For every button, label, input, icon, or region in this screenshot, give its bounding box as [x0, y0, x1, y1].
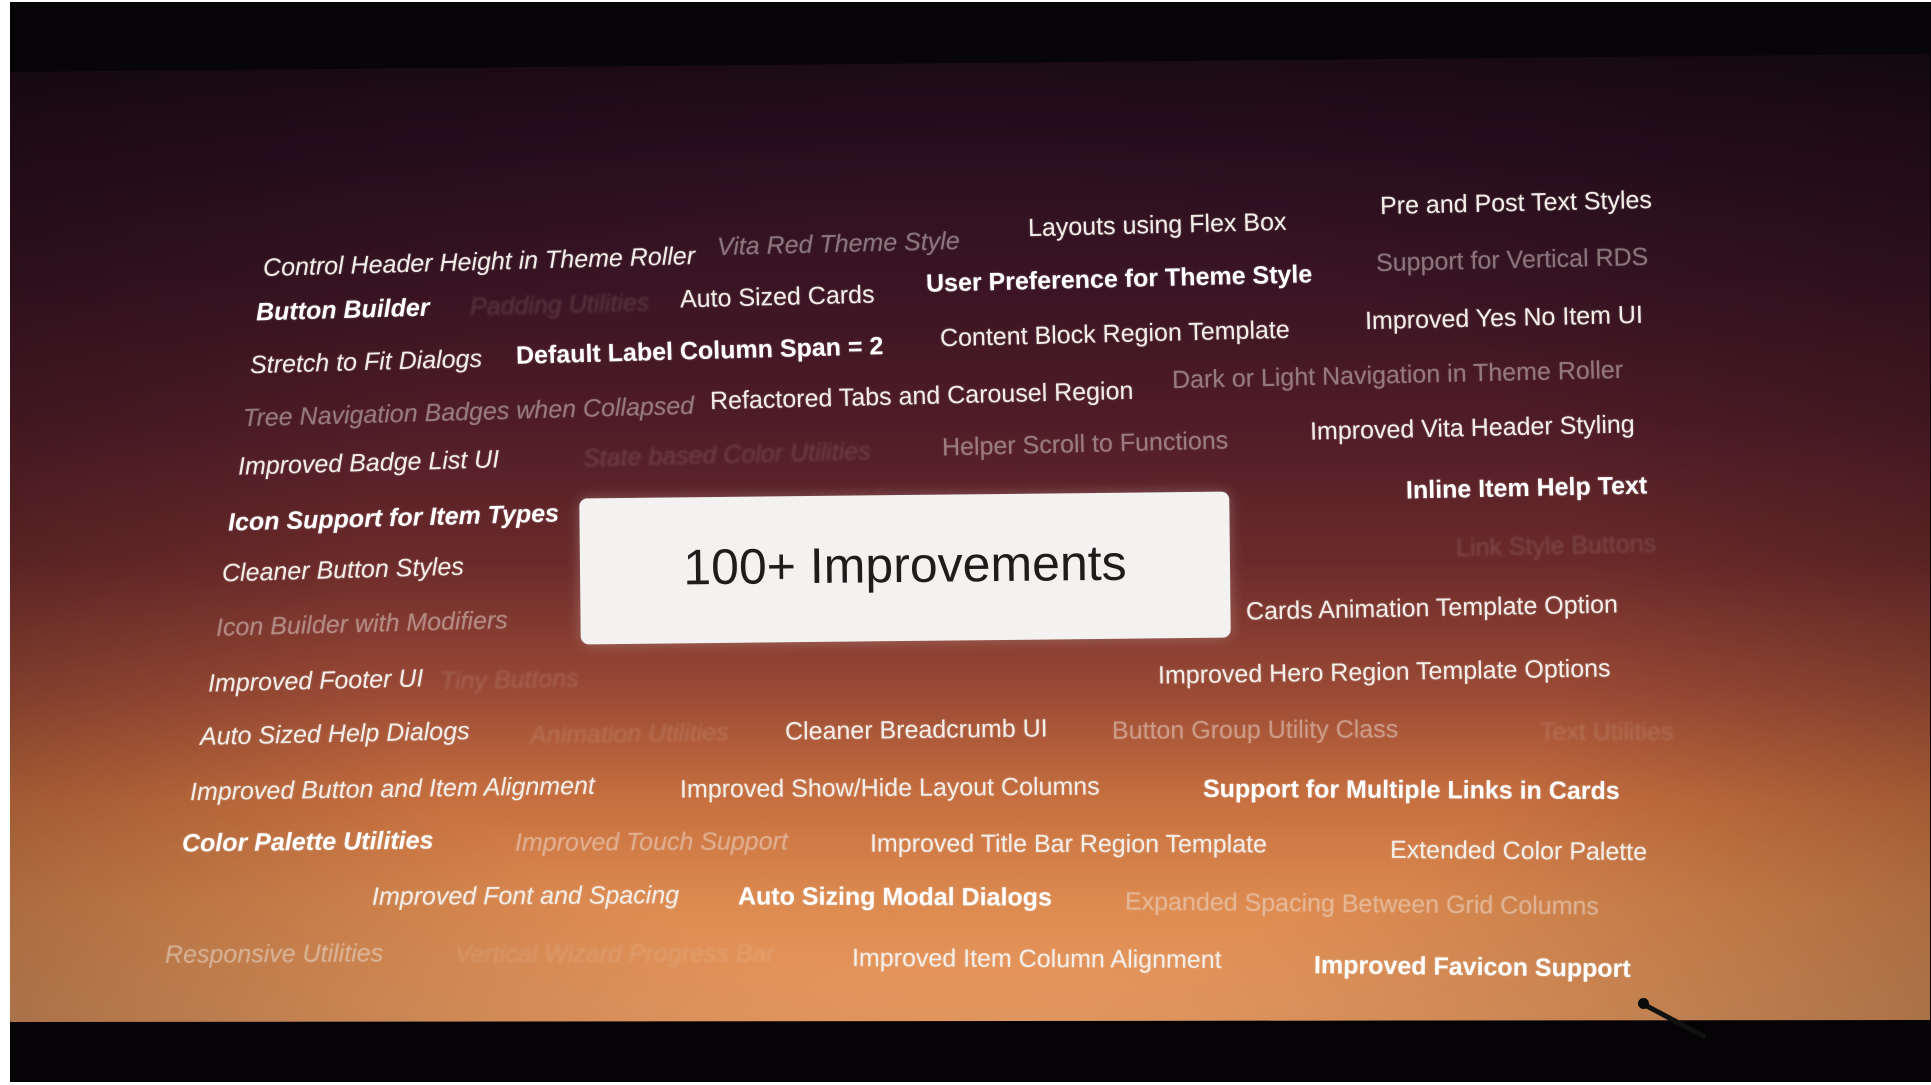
feature-label: Auto Sizing Modal Dialogs	[737, 882, 1052, 912]
feature-label: Stretch to Fit Dialogs	[249, 344, 483, 380]
feature-label: Improved Badge List UI	[237, 445, 500, 481]
feature-label: Expanded Spacing Between Grid Columns	[1124, 887, 1600, 921]
feature-label: Button Group Utility Class	[1111, 715, 1399, 745]
feature-label: Animation Utilities	[529, 718, 729, 750]
improvements-card: 100+ Improvements	[579, 491, 1231, 645]
feature-label: Improved Footer UI	[207, 664, 424, 698]
feature-label: Improved Yes No Item UI	[1364, 300, 1644, 336]
feature-label: Improved Button and Item Alignment	[189, 771, 596, 807]
feature-label: Icon Builder with Modifiers	[215, 606, 509, 642]
feature-label: Helper Scroll to Functions	[941, 426, 1229, 462]
feature-label: Improved Favicon Support	[1313, 951, 1631, 983]
feature-label: Cleaner Button Styles	[221, 552, 465, 588]
projector-photo: Control Header Height in Theme Roller Vi…	[0, 0, 1931, 1085]
feature-label: Extended Color Palette	[1389, 835, 1648, 867]
feature-label: Pre and Post Text Styles	[1379, 185, 1653, 221]
feature-label: Padding Utilities	[469, 288, 650, 322]
feature-label: Cleaner Breadcrumb UI	[784, 714, 1048, 746]
projection-screen: Control Header Height in Theme Roller Vi…	[10, 54, 1930, 1022]
feature-label: Layouts using Flex Box	[1027, 207, 1287, 243]
feature-label: Inline Item Help Text	[1405, 471, 1648, 505]
feature-label: Dark or Light Navigation in Theme Roller	[1171, 355, 1624, 395]
feature-label: Content Block Region Template	[939, 315, 1291, 353]
feature-label: Support for Multiple Links in Cards	[1202, 774, 1620, 806]
feature-label: Color Palette Utilities	[181, 826, 434, 858]
improvements-headline: 100+ Improvements	[683, 534, 1127, 596]
feature-label: Tree Navigation Badges when Collapsed	[242, 391, 695, 433]
feature-label: Improved Title Bar Region Template	[869, 829, 1267, 859]
feature-label: Improved Touch Support	[514, 827, 788, 857]
feature-label: Auto Sized Cards	[679, 280, 875, 314]
feature-label: Auto Sized Help Dialogs	[199, 717, 470, 751]
feature-label: Support for Vertical RDS	[1375, 242, 1649, 278]
feature-label: Refactored Tabs and Carousel Region	[709, 376, 1134, 416]
feature-label: Vita Red Theme Style	[716, 227, 961, 261]
feature-label: Control Header Height in Theme Roller	[262, 241, 696, 283]
feature-label: Link Style Buttons	[1455, 529, 1657, 563]
feature-label: State based Color Utilities	[582, 437, 871, 473]
feature-label: Improved Vita Header Styling	[1309, 410, 1635, 446]
feature-label: Improved Show/Hide Layout Columns	[679, 772, 1100, 804]
feature-label: Improved Item Column Alignment	[851, 944, 1222, 974]
feature-label: Improved Hero Region Template Options	[1157, 654, 1611, 690]
feature-label: Responsive Utilities	[164, 939, 384, 969]
stage-floor	[10, 1022, 1931, 1082]
feature-label: Icon Support for Item Types	[227, 499, 560, 537]
microphone-icon	[1638, 998, 1649, 1009]
feature-label: Cards Animation Template Option	[1245, 590, 1619, 626]
feature-label: Button Builder	[255, 293, 430, 327]
feature-label: Improved Font and Spacing	[371, 881, 680, 911]
auditorium-background: Control Header Height in Theme Roller Vi…	[10, 2, 1931, 1082]
feature-label: Text Utilities	[1540, 718, 1674, 746]
feature-label: User Preference for Theme Style	[925, 260, 1313, 298]
feature-label: Tiny Buttons	[439, 664, 580, 696]
feature-label: Vertical Wizard Progress Bar	[454, 939, 775, 969]
feature-label: Default Label Column Span = 2	[515, 332, 884, 370]
